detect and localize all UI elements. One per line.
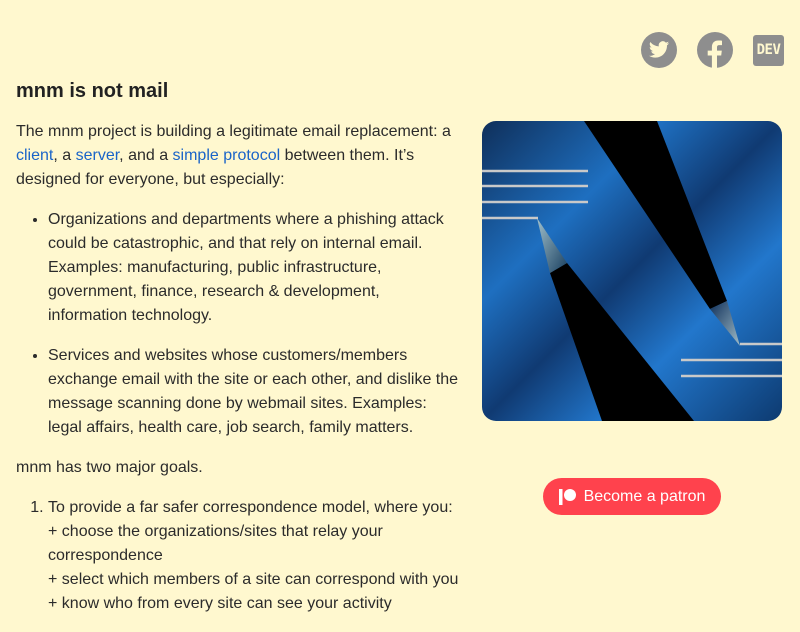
list-item: Organizations and departments where a ph…: [48, 208, 461, 328]
goal-heading: To provide a far safer correspondence mo…: [48, 499, 453, 516]
intro-paragraph: The mnm project is building a legitimate…: [16, 120, 461, 192]
facebook-icon: [707, 40, 722, 68]
twitter-link[interactable]: [641, 32, 677, 68]
list-item: Services and websites whose customers/me…: [48, 344, 461, 440]
goals-list: To provide a far safer correspondence mo…: [16, 496, 461, 616]
goal-point: + select which members of a site can cor…: [48, 571, 459, 588]
main-content: The mnm project is building a legitimate…: [16, 120, 461, 632]
intro-text-3: , and a: [119, 147, 173, 164]
become-patron-button[interactable]: Become a patron: [543, 478, 721, 515]
patron-label: Become a patron: [583, 487, 706, 505]
server-link[interactable]: server: [76, 147, 120, 164]
dev-icon: DEV: [756, 42, 781, 58]
page-title: mnm is not mail: [16, 80, 169, 102]
client-link[interactable]: client: [16, 147, 53, 164]
goal-item: To provide a far safer correspondence mo…: [48, 496, 461, 616]
audience-list: Organizations and departments where a ph…: [16, 208, 461, 440]
twitter-icon: [648, 41, 670, 58]
goals-intro: mnm has two major goals.: [16, 459, 203, 476]
goal-point: + choose the organizations/sites that re…: [48, 523, 383, 564]
protocol-link[interactable]: simple protocol: [173, 147, 281, 164]
intro-text-1: The mnm project is building a legitimate…: [16, 123, 451, 140]
facebook-link[interactable]: [697, 32, 733, 68]
intro-text-2: , a: [53, 147, 76, 164]
goal-point: + know who from every site can see your …: [48, 595, 392, 612]
mnm-logo: [482, 121, 782, 421]
social-links: DEV: [641, 32, 784, 68]
dev-link[interactable]: DEV: [753, 34, 784, 66]
patreon-icon: [558, 488, 576, 505]
